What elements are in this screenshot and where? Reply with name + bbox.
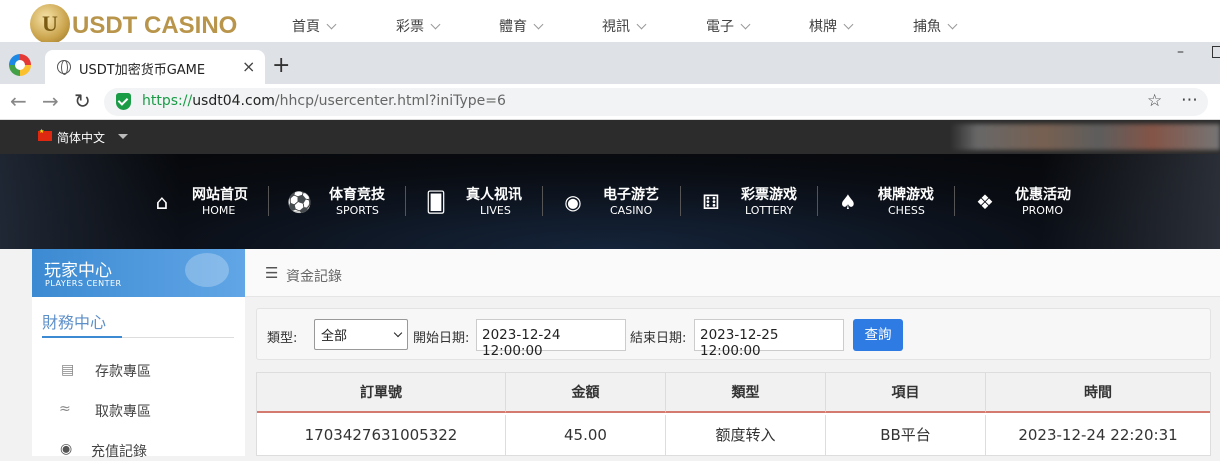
- sidebar-item-deposit[interactable]: 存款專區: [95, 361, 151, 381]
- card-icon: ▤: [61, 362, 75, 378]
- browser-tab[interactable]: USDT加密货币GAME ×: [45, 50, 265, 84]
- browser-logo-icon[interactable]: [9, 54, 31, 76]
- start-date-input[interactable]: 2023-12-24 12:00:00: [476, 319, 626, 359]
- forward-arrow-icon[interactable]: →: [42, 90, 59, 112]
- cards-icon: 🂠: [425, 190, 447, 214]
- cell-time: 2023-12-24 22:20:31: [1018, 426, 1178, 444]
- column-header-time: 時間: [986, 373, 1210, 413]
- back-arrow-icon[interactable]: ←: [10, 90, 27, 112]
- query-button[interactable]: 查詢: [853, 319, 903, 351]
- top-nav-chess[interactable]: 棋牌: [809, 16, 854, 36]
- blurred-region: [950, 124, 1220, 150]
- sidebar-title: 玩家中心: [44, 261, 112, 281]
- cell-order-no: 1703427631005322: [257, 415, 506, 456]
- menu-icon: ☰: [265, 264, 279, 282]
- china-flag-icon: [38, 128, 52, 141]
- chevron-down-icon: [843, 19, 854, 30]
- breadcrumb: [245, 249, 1220, 297]
- moneybag-icon: ◉: [60, 441, 73, 457]
- sidebar-item-withdraw[interactable]: 取款專區: [95, 401, 151, 421]
- more-menu-icon[interactable]: ⋯: [1181, 90, 1199, 110]
- column-header-amount: 金額: [506, 373, 666, 413]
- nav-divider: [817, 186, 818, 216]
- cell-type: 额度转入: [666, 415, 826, 456]
- column-header-order-no: 訂單號: [257, 373, 506, 413]
- joystick-icon: ◉: [564, 190, 582, 214]
- chevron-down-icon: [326, 19, 337, 30]
- spade-icon: ♠: [839, 190, 857, 214]
- column-header-item: 項目: [826, 373, 986, 413]
- logo-coin-icon: U: [30, 4, 70, 44]
- gift-icon: ❖: [976, 190, 994, 214]
- type-select[interactable]: 全部: [314, 319, 408, 350]
- cash-icon: ≈: [59, 401, 71, 417]
- top-nav-sports[interactable]: 體育: [499, 16, 544, 36]
- logo-text: USDT CASINO: [72, 12, 238, 39]
- home-icon: ⌂: [155, 190, 169, 214]
- bookmark-star-icon[interactable]: ☆: [1147, 91, 1162, 111]
- tab-title: USDT加密货币GAME: [79, 63, 206, 78]
- chevron-down-icon: [636, 19, 647, 30]
- sidebar-subtitle: PLAYERS CENTER: [45, 279, 122, 288]
- url-text[interactable]: https://usdt04.com/hhcp/usercenter.html?…: [142, 93, 506, 109]
- chevron-down-icon: [740, 19, 751, 30]
- top-nav-lottery[interactable]: 彩票: [396, 16, 441, 36]
- top-nav-electronic[interactable]: 電子: [706, 16, 751, 36]
- cell-item: BB平台: [826, 415, 986, 456]
- language-select[interactable]: 简体中文: [57, 129, 105, 146]
- nav-divider: [680, 186, 681, 216]
- top-nav-home[interactable]: 首頁: [292, 16, 337, 36]
- page-title: 資金記錄: [286, 269, 342, 285]
- chevron-down-icon: [947, 19, 958, 30]
- window-maximize-button[interactable]: [1212, 46, 1220, 58]
- end-date-input[interactable]: 2023-12-25 12:00:00: [694, 319, 844, 359]
- ball-icon: ⚽: [287, 190, 312, 214]
- gamepad-icon: [185, 253, 229, 287]
- chevron-down-icon: [430, 19, 441, 30]
- top-nav-fishing[interactable]: 捕魚: [913, 16, 958, 36]
- end-date-label: 結束日期:: [630, 331, 687, 346]
- tab-close-icon[interactable]: ×: [242, 57, 255, 76]
- cell-amount: 45.00: [506, 415, 666, 456]
- new-tab-button[interactable]: +: [272, 54, 290, 78]
- type-label: 類型:: [267, 331, 298, 346]
- globe-icon: [57, 60, 71, 75]
- chevron-down-icon: [533, 19, 544, 30]
- finance-center-heading[interactable]: 財務中心: [42, 309, 106, 333]
- top-nav-video[interactable]: 視訊: [602, 16, 647, 36]
- window-minimize-button[interactable]: –: [1177, 44, 1184, 60]
- nav-divider: [268, 186, 269, 216]
- secure-shield-icon[interactable]: [116, 93, 131, 110]
- caret-down-icon[interactable]: [118, 134, 128, 139]
- nav-divider: [954, 186, 955, 216]
- site-logo[interactable]: U USDT CASINO: [30, 4, 240, 44]
- sidebar-item-recharge-record[interactable]: 充值記錄: [91, 441, 147, 461]
- dice-icon: ⚅: [702, 190, 720, 214]
- reload-icon[interactable]: ↻: [74, 90, 91, 112]
- nav-divider: [405, 186, 406, 216]
- start-date-label: 開始日期:: [413, 331, 470, 346]
- active-underline: [42, 336, 122, 338]
- column-header-type: 類型: [666, 373, 826, 413]
- nav-divider: [542, 186, 543, 216]
- chevron-down-icon: [393, 328, 403, 338]
